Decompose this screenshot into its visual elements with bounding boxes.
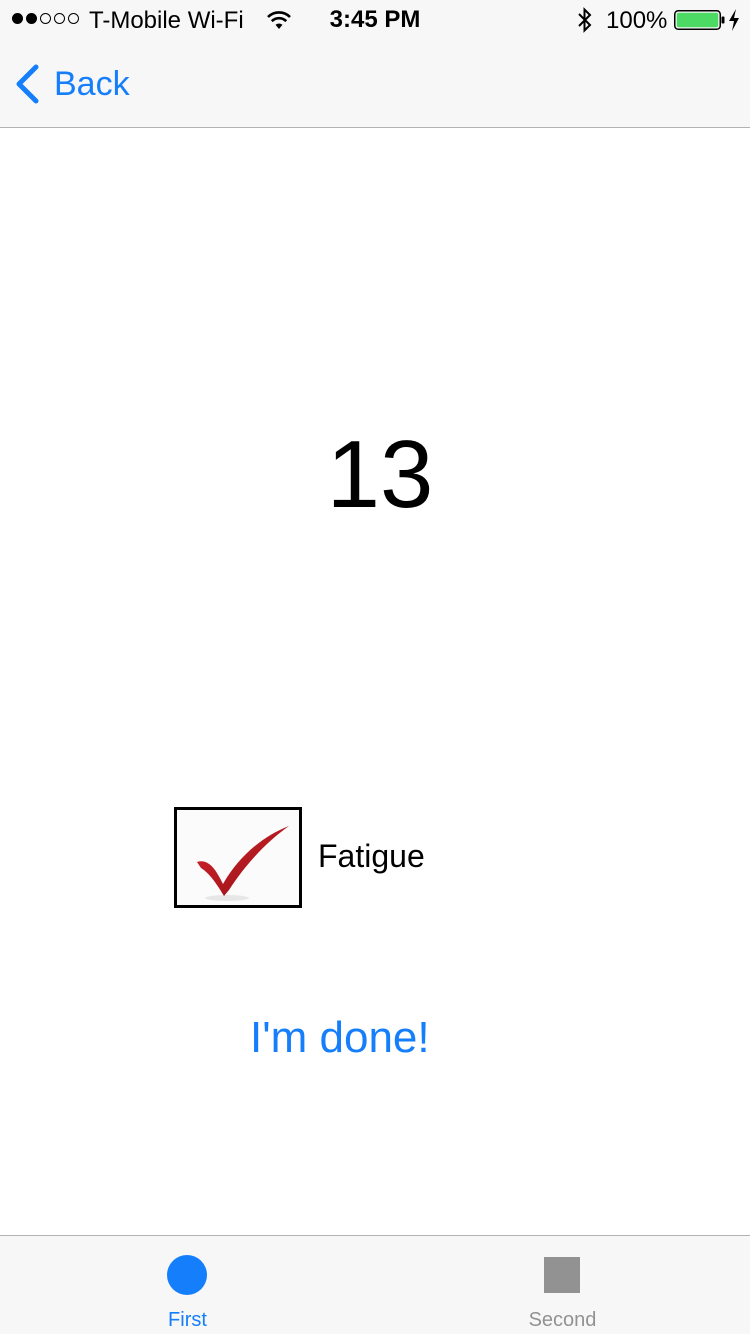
chevron-left-icon	[16, 64, 39, 104]
navigation-bar: Back	[0, 40, 750, 128]
done-button[interactable]: I'm done!	[250, 1013, 500, 1063]
option-label: Fatigue	[318, 838, 425, 874]
square-icon	[544, 1257, 580, 1293]
tab-bar: First Second	[0, 1235, 750, 1334]
checkbox-checked-image[interactable]	[174, 807, 302, 908]
checkmark-icon	[177, 810, 299, 905]
tab-second-label: Second	[528, 1309, 597, 1331]
count-value: 13	[326, 421, 434, 528]
tab-second[interactable]: Second	[375, 1236, 750, 1334]
back-button[interactable]: Back	[14, 62, 130, 106]
status-bar: T-Mobile Wi-Fi 3:45 PM 100%	[0, 0, 750, 40]
bluetooth-icon	[578, 7, 592, 33]
battery-icon	[674, 10, 725, 30]
tab-first-label: First	[168, 1309, 207, 1331]
circle-icon	[167, 1255, 207, 1295]
tab-first[interactable]: First	[0, 1236, 375, 1334]
battery-percentage: 100%	[606, 7, 668, 34]
charging-icon	[729, 9, 739, 31]
back-label: Back	[54, 64, 130, 103]
